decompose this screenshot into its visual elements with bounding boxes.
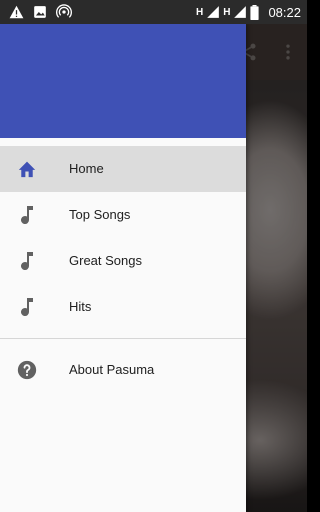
drawer-scrim[interactable]: [246, 24, 307, 512]
drawer-divider: [0, 338, 246, 339]
music-note-icon: [16, 296, 38, 318]
drawer-menu: Home Top Songs Great Songs Hits About Pa…: [0, 138, 246, 393]
network-type-1: H: [195, 6, 204, 18]
drawer-item-label: Great Songs: [69, 253, 142, 268]
music-note-icon: [16, 250, 38, 272]
battery-icon: [250, 4, 260, 20]
drawer-header: [0, 24, 246, 138]
warning-icon: [9, 5, 24, 19]
drawer-item-great-songs[interactable]: Great Songs: [0, 238, 246, 284]
signal-icon: [234, 6, 247, 18]
clock: 08:22: [268, 4, 301, 20]
status-bar: H H 08:22: [0, 0, 307, 24]
network-type-2: H: [223, 6, 231, 18]
music-note-icon: [16, 204, 38, 226]
drawer-item-label: Hits: [69, 299, 92, 314]
drawer-item-top-songs[interactable]: Top Songs: [0, 192, 246, 238]
drawer-item-label: About Pasuma: [69, 362, 155, 377]
drawer-item-about[interactable]: About Pasuma: [0, 347, 246, 393]
signal-icon: [207, 6, 220, 18]
image-icon: [34, 6, 46, 18]
drawer-item-hits[interactable]: Hits: [0, 284, 246, 330]
help-icon: [16, 359, 38, 381]
navigation-drawer: Home Top Songs Great Songs Hits About Pa…: [0, 24, 246, 512]
hotspot-icon: [56, 4, 72, 18]
home-icon: [16, 158, 38, 180]
drawer-item-label: Top Songs: [69, 207, 131, 222]
drawer-item-home[interactable]: Home: [0, 146, 246, 192]
drawer-item-label: Home: [69, 161, 104, 176]
